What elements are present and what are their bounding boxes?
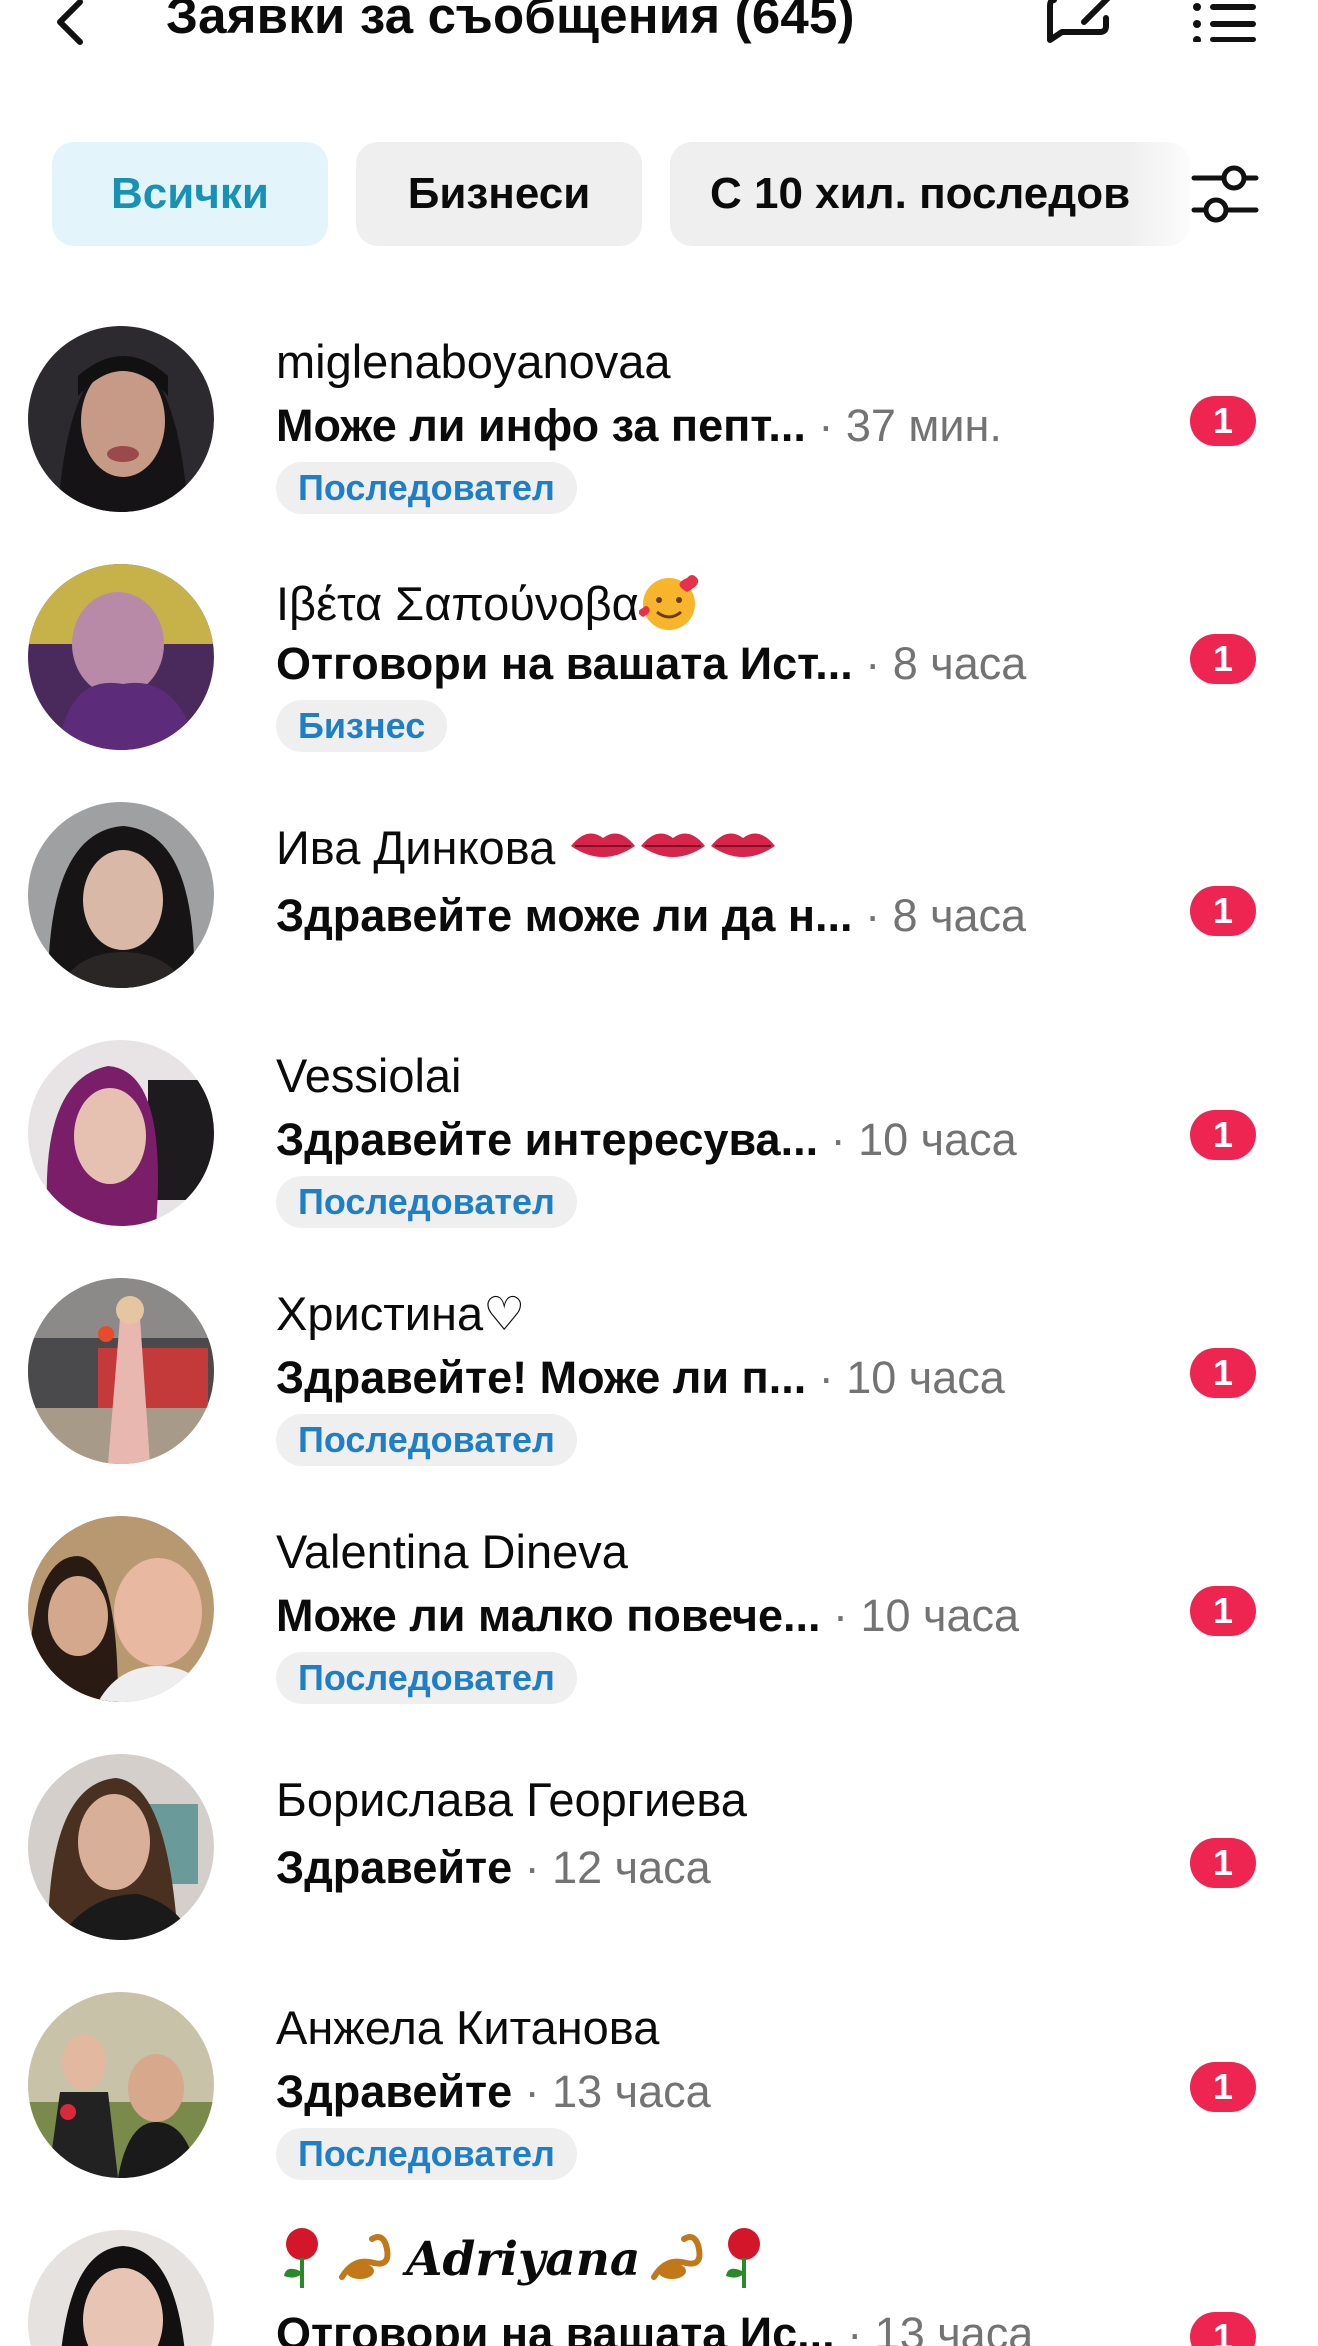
message-time: · 10 часа (818, 1114, 1017, 1165)
relationship-label: Последовател (276, 462, 577, 514)
rose-emoji-icon (276, 2224, 328, 2301)
sender-name: Valentina Dineva (276, 1525, 628, 1578)
avatar[interactable] (28, 1040, 214, 1226)
message-time: · 13 часа (512, 2066, 711, 2117)
avatar[interactable] (28, 2230, 214, 2346)
sender-name: miglenaboyanovaa (276, 335, 671, 388)
relationship-label: Последовател (276, 1414, 577, 1466)
list-menu-icon[interactable] (1192, 2, 1258, 44)
request-row[interactable]: Valentina Dineva Може ли малко повече...… (0, 1510, 1318, 1748)
message-text: Може ли инфо за пепт... (276, 400, 806, 451)
message-text: Здравейте интересува... (276, 1114, 819, 1165)
sender-name: 𝑨𝒅𝒓𝒊𝒚𝒂𝒏𝒂 (276, 2224, 770, 2301)
request-row[interactable]: Ιβέτα Σαπούνοβα Отговори на вашата Ист..… (0, 558, 1318, 796)
message-preview: Отговори на вашата Ис... · 13 часа (276, 2308, 1033, 2346)
message-text: Отговори на вашата Ист... (276, 638, 853, 689)
relationship-label: Бизнес (276, 700, 448, 752)
message-text: Здравейте (276, 1842, 513, 1893)
request-row[interactable]: Анжела Китанова Здравейте · 13 часа Посл… (0, 1986, 1318, 2224)
sender-name: Анжела Китанова (276, 2001, 660, 2054)
scorpion-emoji-icon (334, 2227, 400, 2298)
filter-chip-10k-followers[interactable]: С 10 хил. последов (670, 142, 1190, 246)
unread-badge: 1 (1190, 2312, 1256, 2346)
filter-bar: Всички Бизнеси С 10 хил. последов (0, 142, 1318, 248)
request-row[interactable]: 𝑨𝒅𝒓𝒊𝒚𝒂𝒏𝒂 Отговори на вашата Ис... · 13 ч… (0, 2224, 1318, 2346)
message-text: Здравейте може ли да н... (276, 890, 853, 941)
unread-badge: 1 (1190, 1348, 1256, 1398)
message-time: · 37 мин. (805, 400, 1002, 451)
header: Заявки за съобщения (645) (0, 0, 1318, 90)
message-compose-icon[interactable] (1044, 0, 1118, 54)
request-row[interactable]: Христина♡ Здравейте! Може ли п... · 10 ч… (0, 1272, 1318, 1510)
message-text: Може ли малко повече... (276, 1590, 821, 1641)
message-time: · 10 часа (806, 1352, 1005, 1403)
avatar[interactable] (28, 1278, 214, 1464)
unread-badge: 1 (1190, 2062, 1256, 2112)
smiling-hearts-emoji-icon (638, 572, 703, 643)
message-preview: Може ли малко повече... · 10 часа (276, 1590, 1019, 1642)
message-preview: Може ли инфо за пепт... · 37 мин. (276, 400, 1002, 452)
unread-badge: 1 (1190, 1110, 1256, 1160)
filter-chip-businesses[interactable]: Бизнеси (356, 142, 642, 246)
sender-name: Ιβέτα Σαπούνοβα (276, 572, 703, 643)
unread-badge: 1 (1190, 634, 1256, 684)
chevron-left-icon[interactable] (48, 0, 98, 46)
sliders-icon[interactable] (1190, 162, 1260, 228)
relationship-label: Последовател (276, 1176, 577, 1228)
sender-name: Борислава Георгиева (276, 1773, 747, 1826)
unread-badge: 1 (1190, 886, 1256, 936)
scorpion-emoji-icon (646, 2227, 712, 2298)
request-row[interactable]: Vessiolai Здравейте интересува... · 10 ч… (0, 1034, 1318, 1272)
message-preview: Здравейте интересува... · 10 часа (276, 1114, 1017, 1166)
sender-name-text: 𝑨𝒅𝒓𝒊𝒚𝒂𝒏𝒂 (406, 2231, 641, 2287)
unread-badge: 1 (1190, 1586, 1256, 1636)
lips-emoji-icon (569, 822, 779, 881)
avatar[interactable] (28, 326, 214, 512)
page-title: Заявки за съобщения (645) (166, 0, 855, 44)
message-text: Здравейте! Може ли п... (276, 1352, 807, 1403)
sender-name-text: Ιβέτα Σαπούνοβα (276, 576, 639, 630)
message-preview: Здравейте може ли да н... · 8 часа (276, 890, 1026, 942)
message-preview: Отговори на вашата Ист... · 8 часа (276, 638, 1026, 690)
avatar[interactable] (28, 564, 214, 750)
message-text: Здравейте (276, 2066, 513, 2117)
rose-emoji-icon (718, 2224, 770, 2301)
sender-name: Ива Динкова (276, 820, 779, 881)
relationship-label: Последовател (276, 1652, 577, 1704)
message-time: · 13 часа (834, 2308, 1034, 2346)
message-preview: Здравейте! Може ли п... · 10 часа (276, 1352, 1005, 1404)
unread-badge: 1 (1190, 1838, 1256, 1888)
avatar[interactable] (28, 802, 214, 988)
sender-name-text: Ива Динкова (276, 821, 556, 874)
request-row[interactable]: Ива Динкова Здравейте може ли да н... · … (0, 796, 1318, 1034)
sender-name: Vessiolai (276, 1049, 462, 1102)
message-text: Отговори на вашата Ис... (276, 2308, 835, 2346)
filter-chip-all[interactable]: Всички (52, 142, 328, 246)
message-time: · 8 часа (852, 890, 1027, 941)
avatar[interactable] (28, 1992, 214, 2178)
message-time: · 10 часа (820, 1590, 1020, 1641)
message-preview: Здравейте · 13 часа (276, 2066, 711, 2118)
unread-badge: 1 (1190, 396, 1256, 446)
avatar[interactable] (28, 1516, 214, 1702)
request-row[interactable]: miglenaboyanovaa Може ли инфо за пепт...… (0, 320, 1318, 558)
avatar[interactable] (28, 1754, 214, 1940)
message-preview: Здравейте · 12 часа (276, 1842, 711, 1894)
message-time: · 8 часа (852, 638, 1027, 689)
request-row[interactable]: Борислава Георгиева Здравейте · 12 часа … (0, 1748, 1318, 1986)
relationship-label: Последовател (276, 2128, 577, 2180)
sender-name: Христина♡ (276, 1287, 526, 1340)
message-time: · 12 часа (512, 1842, 711, 1893)
